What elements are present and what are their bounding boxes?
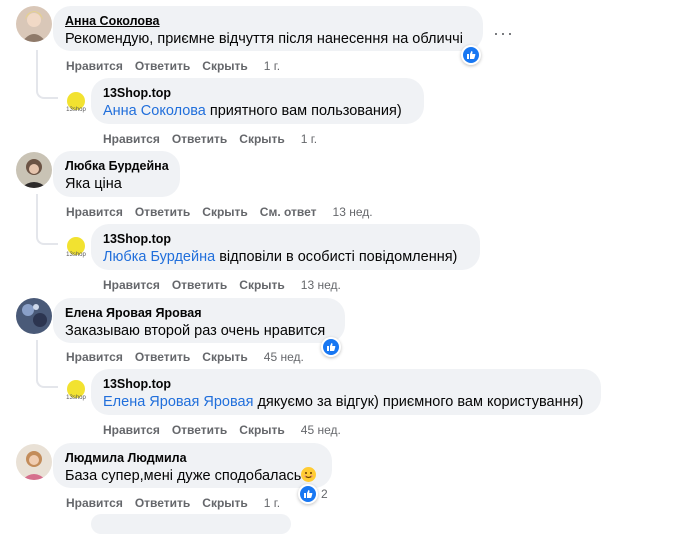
svg-text:13shop: 13shop [66, 252, 86, 258]
timestamp[interactable]: 13 нед. [301, 278, 341, 292]
comment-text: Яка ціна [65, 176, 122, 192]
reply-author[interactable]: 13Shop.top [103, 376, 589, 392]
svg-text:13shop: 13shop [66, 107, 86, 113]
like-link[interactable]: Нравится [66, 496, 123, 510]
reply-actions: Нравится Ответить Скрыть 13 нед. [103, 277, 353, 293]
reply-link[interactable]: Ответить [172, 278, 227, 292]
see-reply-link[interactable]: См. ответ [260, 205, 317, 219]
comment-author[interactable]: Елена Яровая Яровая [65, 305, 333, 321]
like-count[interactable]: 2 [321, 487, 328, 501]
timestamp[interactable]: 1 г. [301, 132, 317, 146]
more-options-icon[interactable]: ··· [493, 24, 514, 42]
mention-link[interactable]: Любка Бурдейна [103, 249, 215, 265]
comment-bubble: Любка Бурдейна Яка ціна [53, 151, 180, 197]
reply-text: відповіли в особисті повідомлення) [215, 249, 458, 265]
like-link[interactable]: Нравится [66, 59, 123, 73]
mention-link[interactable]: Анна Соколова [103, 103, 206, 119]
avatar[interactable] [16, 444, 52, 480]
comment-author[interactable]: Любка Бурдейна [65, 158, 169, 174]
avatar[interactable] [16, 152, 52, 188]
reply-text: приятного вам пользования) [205, 103, 402, 119]
like-link[interactable]: Нравится [66, 350, 123, 364]
reply-link[interactable]: Ответить [135, 350, 190, 364]
comment-text: База супер,мені дуже сподобалась [65, 468, 302, 484]
shop-avatar[interactable]: 13shop [60, 86, 92, 118]
like-link[interactable]: Нравится [66, 205, 123, 219]
timestamp[interactable]: 45 нед. [301, 423, 341, 437]
reply-link[interactable]: Ответить [135, 205, 190, 219]
reply-text: дякуємо за відгук) приємного вам користу… [253, 394, 584, 410]
like-link[interactable]: Нравится [103, 278, 160, 292]
shop-avatar[interactable]: 13shop [60, 231, 92, 263]
like-reaction-icon[interactable] [321, 337, 341, 357]
reply-bubble: 13Shop.top Анна Соколова приятного вам п… [91, 78, 424, 124]
hide-link[interactable]: Скрыть [202, 496, 248, 510]
hide-link[interactable]: Скрыть [202, 205, 248, 219]
comment-text: Рекомендую, приємне відчуття після нанес… [65, 31, 463, 47]
avatar[interactable] [16, 298, 52, 334]
reply-link[interactable]: Ответить [135, 59, 190, 73]
reply-actions: Нравится Ответить Скрыть 45 нед. [103, 422, 353, 438]
reply-actions: Нравится Ответить Скрыть 1 г. [103, 131, 329, 147]
hide-link[interactable]: Скрыть [202, 350, 248, 364]
comment-actions: Нравится Ответить Скрыть 1 г. [66, 58, 292, 74]
like-reaction-icon[interactable] [298, 484, 318, 504]
comment-text: Заказываю второй раз очень нравится [65, 323, 326, 339]
reply-link[interactable]: Ответить [172, 132, 227, 146]
reply-link[interactable]: Ответить [172, 423, 227, 437]
reply-bubble-partial [91, 514, 291, 534]
comment-actions: Нравится Ответить Скрыть См. ответ 13 нед. [66, 204, 385, 220]
comment-author[interactable]: Людмила Людмила [65, 450, 320, 466]
hide-link[interactable]: Скрыть [239, 132, 285, 146]
comment-bubble: Анна Соколова Рекомендую, приємне відчут… [53, 6, 483, 51]
reply-author[interactable]: 13Shop.top [103, 231, 468, 247]
comment-bubble: Людмила Людмила База супер,мені дуже спо… [53, 443, 332, 488]
thread-line [36, 340, 58, 388]
comment-actions: Нравится Ответить Скрыть 1 г. [66, 495, 292, 511]
thread-line [36, 194, 58, 245]
like-link[interactable]: Нравится [103, 132, 160, 146]
like-link[interactable]: Нравится [103, 423, 160, 437]
comment-bubble: Елена Яровая Яровая Заказываю второй раз… [53, 298, 345, 343]
comment-author[interactable]: Анна Соколова [65, 13, 471, 29]
hide-link[interactable]: Скрыть [239, 278, 285, 292]
smiling-face-icon [301, 467, 317, 482]
timestamp[interactable]: 45 нед. [264, 350, 304, 364]
like-reaction-icon[interactable] [461, 45, 481, 65]
reply-bubble: 13Shop.top Любка Бурдейна відповіли в ос… [91, 224, 480, 270]
timestamp[interactable]: 1 г. [264, 59, 280, 73]
reply-link[interactable]: Ответить [135, 496, 190, 510]
hide-link[interactable]: Скрыть [239, 423, 285, 437]
shop-avatar[interactable]: 13shop [60, 374, 92, 406]
thread-line [36, 50, 58, 99]
hide-link[interactable]: Скрыть [202, 59, 248, 73]
avatar[interactable] [16, 6, 52, 42]
reply-author[interactable]: 13Shop.top [103, 85, 412, 101]
timestamp[interactable]: 13 нед. [333, 205, 373, 219]
mention-link[interactable]: Елена Яровая Яровая [103, 394, 253, 410]
timestamp[interactable]: 1 г. [264, 496, 280, 510]
comment-actions: Нравится Ответить Скрыть 45 нед. [66, 349, 316, 365]
reply-bubble: 13Shop.top Елена Яровая Яровая дякуємо з… [91, 369, 601, 415]
svg-text:13shop: 13shop [66, 395, 86, 401]
